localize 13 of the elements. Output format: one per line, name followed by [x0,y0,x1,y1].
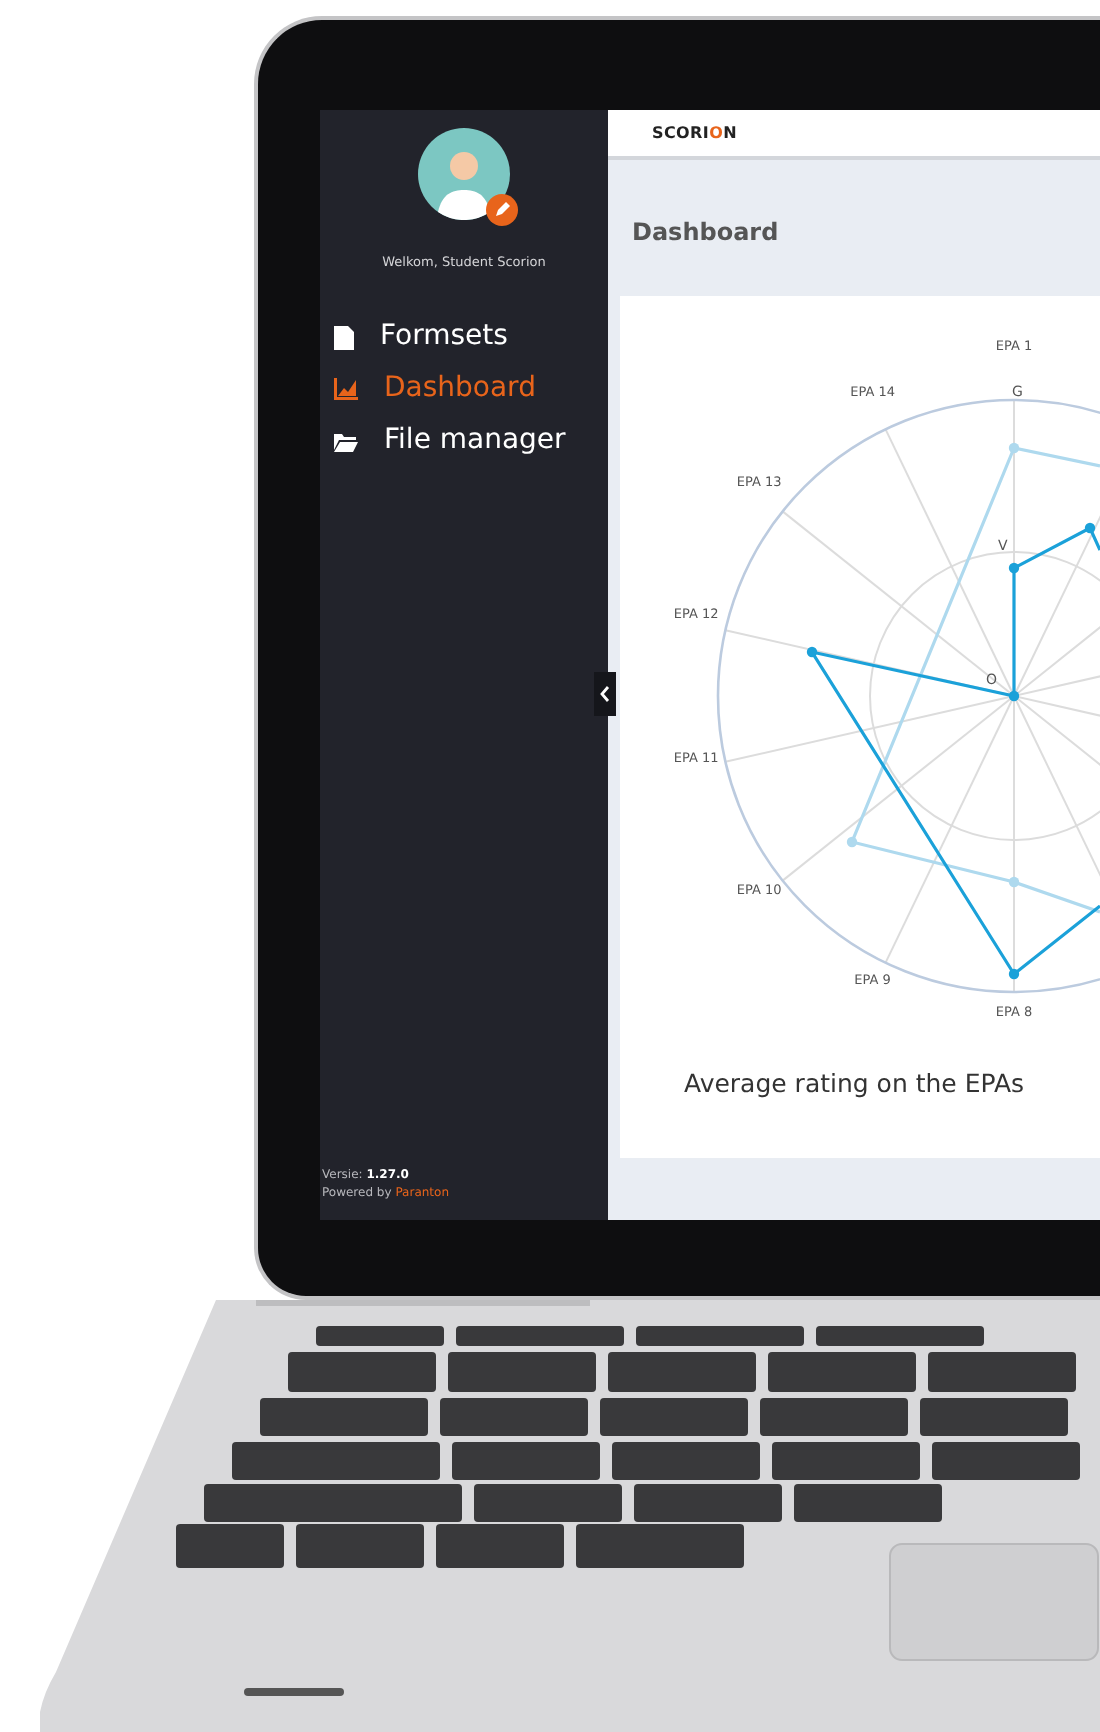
nav-link[interactable]: Dashboard [320,363,536,416]
document-icon [334,325,354,350]
folder-icon [334,431,358,452]
chart-title: Average rating on the EPAs [682,1066,1027,1102]
logo-text: SCORION [652,121,737,145]
nav-link[interactable]: File manager [320,415,566,468]
page-title: Dashboard [630,216,781,250]
collapse-button[interactable] [594,672,616,716]
avatar [418,128,510,220]
edit-pencil-icon[interactable] [486,193,518,226]
nav-link[interactable]: Formsets [320,311,508,364]
chart-icon [334,378,358,401]
chevron-left-icon [600,686,610,702]
